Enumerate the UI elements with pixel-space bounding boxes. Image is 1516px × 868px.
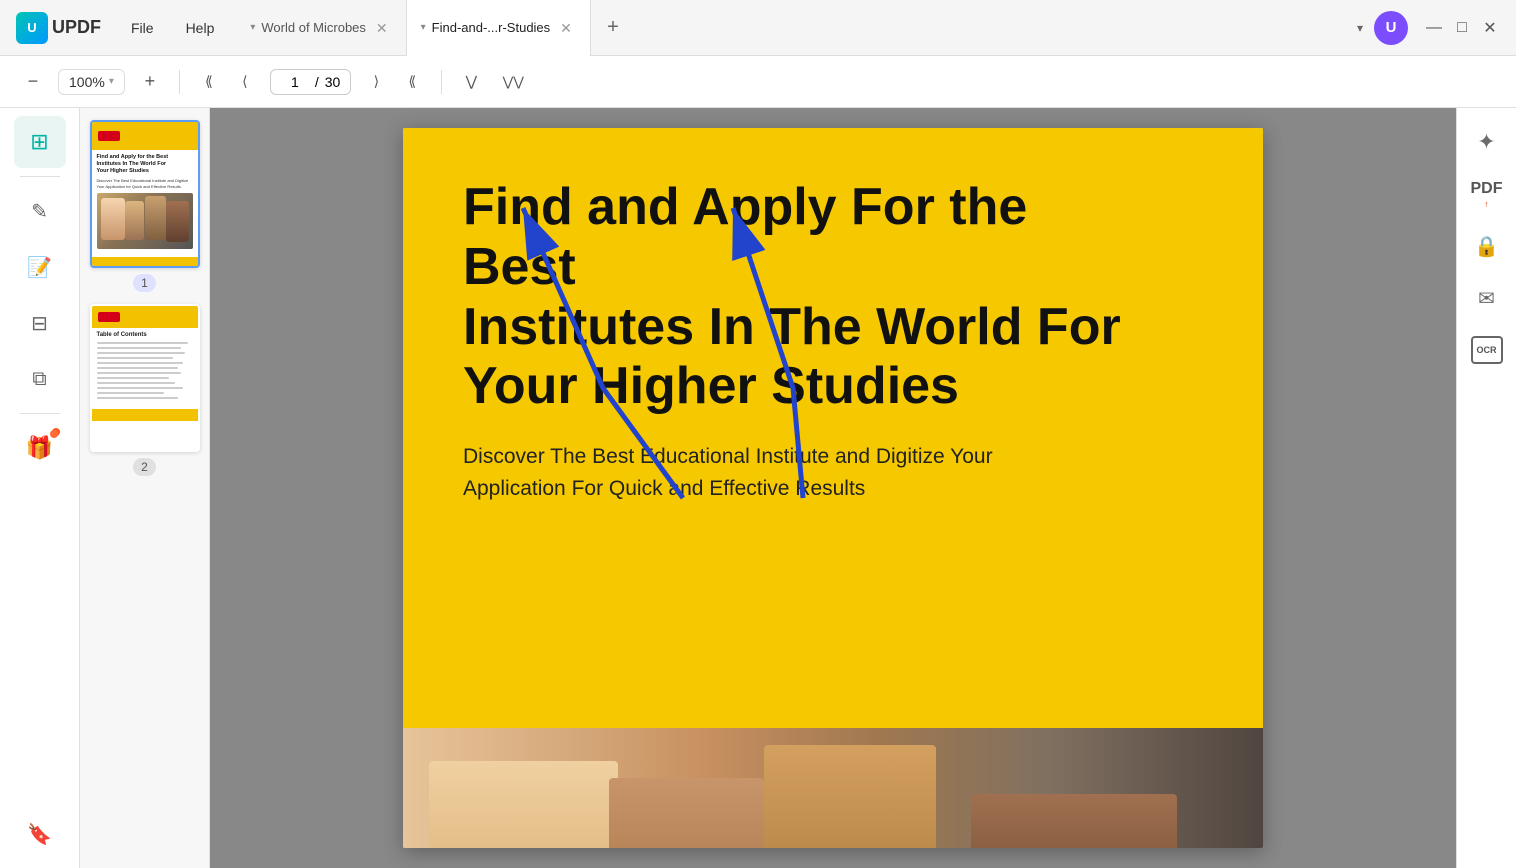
current-page-input[interactable] xyxy=(281,74,309,90)
thumb-subtitle-1: Discover The Best Educational Institute … xyxy=(97,178,193,188)
page-input-area: / 30 xyxy=(270,69,351,95)
updf-logo-icon: U xyxy=(16,12,48,44)
thumb-toc-title: Table of Contents xyxy=(97,332,193,338)
thumb-logo-2 xyxy=(98,312,120,322)
toolbar-separator-2 xyxy=(441,70,442,94)
new-tab-button[interactable]: + xyxy=(595,10,631,46)
user-avatar[interactable]: U xyxy=(1374,11,1408,45)
thumbnail-item-1: Find and Apply for the Best Institutes I… xyxy=(88,120,201,292)
sidebar-icon-edit[interactable]: ✎ xyxy=(14,185,66,237)
gift-badge xyxy=(52,428,60,436)
pdf-main-title: Find and Apply For the Best Institutes I… xyxy=(463,178,1143,417)
thumb-number-1: 1 xyxy=(133,274,156,292)
sidebar-icon-annotate[interactable]: 📝 xyxy=(14,241,66,293)
pdf-viewer[interactable]: Find and Apply For the Best Institutes I… xyxy=(210,108,1456,868)
tab-world-of-microbes[interactable]: ▾ World of Microbes ✕ xyxy=(236,0,406,56)
zoom-level-display[interactable]: 100% ▾ xyxy=(58,69,125,95)
pdf-image-area xyxy=(403,728,1263,848)
left-sidebar: ⊞ ✎ 📝 ⊟ ⧉ 🎁 🔖 xyxy=(0,108,80,868)
thumb-number-2: 2 xyxy=(133,458,156,476)
updf-logo-text: UPDF xyxy=(52,17,101,38)
pdf-page-content: Find and Apply For the Best Institutes I… xyxy=(403,128,1263,728)
thumb-toc-lines xyxy=(97,342,193,399)
pdf-subtitle: Discover The Best Educational Institute … xyxy=(463,441,1043,504)
sidebar-icon-thumbnail[interactable]: ⊞ xyxy=(14,116,66,168)
maximize-button[interactable]: □ xyxy=(1452,18,1472,38)
first-page-button[interactable]: ⟪ xyxy=(192,65,226,99)
total-pages: 30 xyxy=(325,74,341,90)
thumbnail-item-2: Table of Contents xyxy=(88,304,201,476)
main-content: ⊞ ✎ 📝 ⊟ ⧉ 🎁 🔖 xyxy=(0,108,1516,868)
tab-close-button-2[interactable]: ✕ xyxy=(556,19,576,37)
menu-bar: File Help xyxy=(117,14,228,42)
right-icon-convert-pdf[interactable]: PDF ↑ xyxy=(1465,172,1509,216)
tab-close-button[interactable]: ✕ xyxy=(372,19,392,37)
next-page-button[interactable]: ⟩ xyxy=(359,65,393,99)
thumb-title-1: Find and Apply for the Best Institutes I… xyxy=(97,154,193,175)
right-icon-ocr[interactable]: OCR xyxy=(1465,328,1509,372)
students-photo xyxy=(403,728,1263,848)
thumb-logo-1 xyxy=(98,131,120,141)
thumbnail-panel: Find and Apply for the Best Institutes I… xyxy=(80,108,210,868)
pdf-page-1: Find and Apply For the Best Institutes I… xyxy=(403,128,1263,848)
zoom-value: 100% xyxy=(69,74,105,90)
right-icon-protect[interactable]: 🔒 xyxy=(1465,224,1509,268)
right-icon-email[interactable]: ✉ xyxy=(1465,276,1509,320)
help-menu[interactable]: Help xyxy=(172,14,229,42)
sidebar-icon-organize[interactable]: ⊟ xyxy=(14,297,66,349)
tab-dropdown-arrow-2: ▾ xyxy=(421,22,426,33)
scroll-end-button[interactable]: ⋁⋁ xyxy=(496,65,530,99)
thumb-frame-1[interactable]: Find and Apply for the Best Institutes I… xyxy=(90,120,200,268)
sidebar-icon-copy[interactable]: ⧉ xyxy=(14,353,66,405)
zoom-in-button[interactable]: + xyxy=(133,65,167,99)
zoom-out-button[interactable]: − xyxy=(16,65,50,99)
title-bar: U UPDF File Help ▾ World of Microbes ✕ ▾… xyxy=(0,0,1516,56)
zoom-dropdown-arrow: ▾ xyxy=(109,76,114,87)
file-menu[interactable]: File xyxy=(117,14,168,42)
page-navigation-next: ⟩ ⟪ xyxy=(359,65,429,99)
prev-page-button[interactable]: ⟨ xyxy=(228,65,262,99)
thumb-frame-2[interactable]: Table of Contents xyxy=(90,304,200,452)
sidebar-icon-gift[interactable]: 🎁 xyxy=(14,422,66,474)
sidebar-icon-bookmark[interactable]: 🔖 xyxy=(14,808,66,860)
tab-dropdown-arrow: ▾ xyxy=(250,22,255,33)
collapse-tabs-button[interactable]: ▾ xyxy=(1350,18,1370,38)
tabs-area: ▾ World of Microbes ✕ ▾ Find-and-...r-St… xyxy=(236,0,1350,56)
toolbar: − 100% ▾ + ⟪ ⟨ / 30 ⟩ ⟪ ⋁ ⋁⋁ xyxy=(0,56,1516,108)
scroll-down-button[interactable]: ⋁ xyxy=(454,65,488,99)
right-icon-ai[interactable]: ✦ xyxy=(1465,120,1509,164)
sidebar-divider-1 xyxy=(20,176,60,177)
page-navigation: ⟪ ⟨ xyxy=(192,65,262,99)
sidebar-divider-2 xyxy=(20,413,60,414)
window-controls: U — □ ✕ xyxy=(1374,11,1516,45)
last-page-button[interactable]: ⟪ xyxy=(395,65,429,99)
right-sidebar: ✦ PDF ↑ 🔒 ✉ OCR xyxy=(1456,108,1516,868)
tab-label-2: Find-and-...r-Studies xyxy=(432,20,551,35)
tab-find-studies[interactable]: ▾ Find-and-...r-Studies ✕ xyxy=(407,0,591,56)
close-button[interactable]: ✕ xyxy=(1480,18,1500,38)
page-separator: / xyxy=(315,74,319,90)
tab-label: World of Microbes xyxy=(261,20,366,35)
thumb-image-1 xyxy=(97,193,193,249)
updf-logo: U UPDF xyxy=(0,12,117,44)
minimize-button[interactable]: — xyxy=(1424,18,1444,38)
toolbar-separator-1 xyxy=(179,70,180,94)
